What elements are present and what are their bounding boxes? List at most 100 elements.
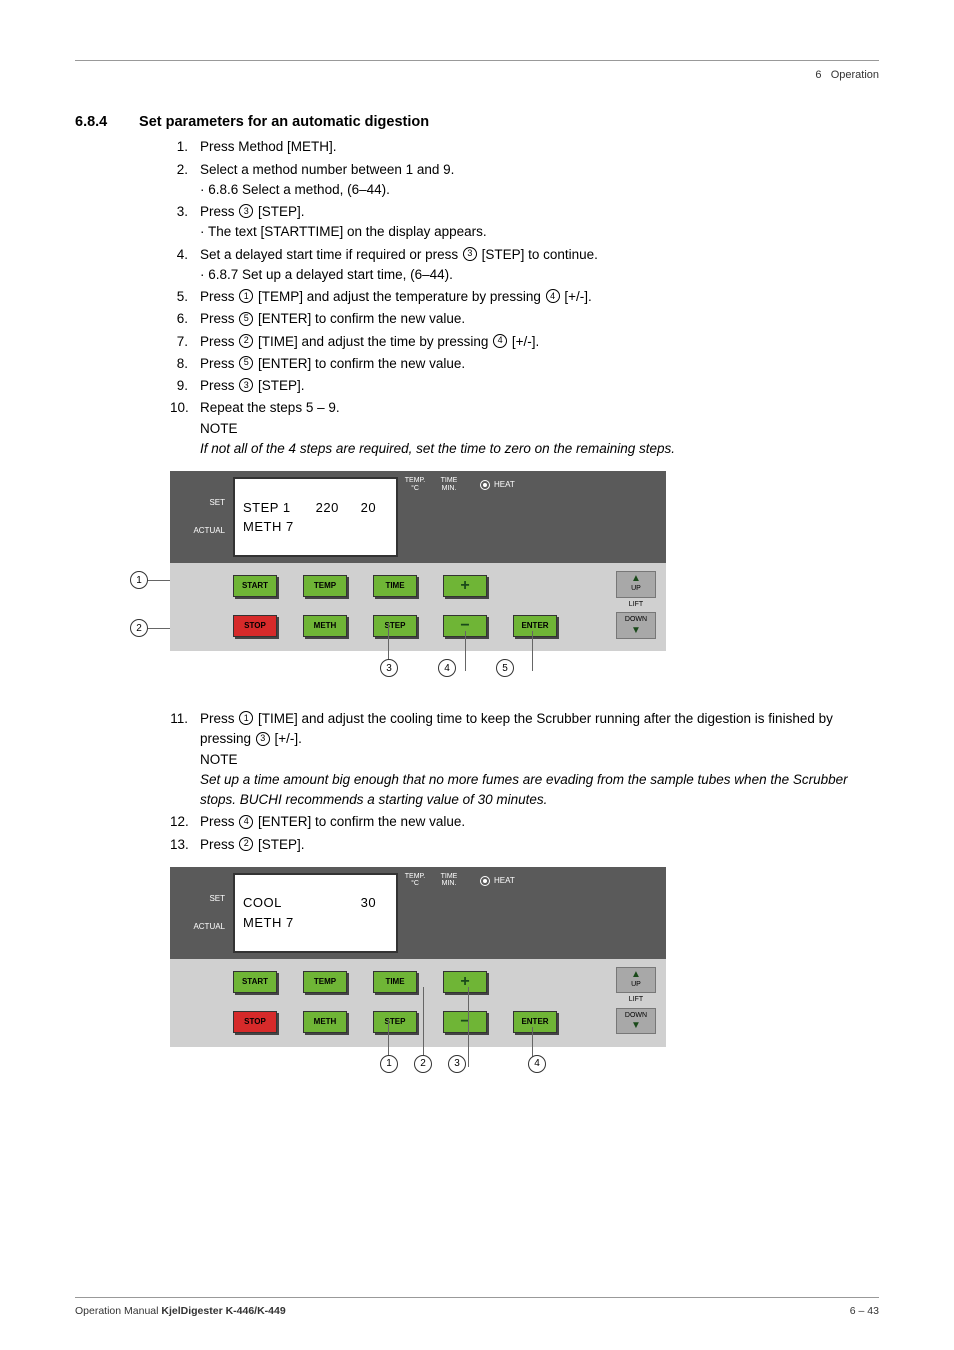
enter-button[interactable]: ENTER [513, 1011, 557, 1033]
list-item: 9.Press 3 [STEP]. [170, 376, 879, 396]
step-number: 1. [170, 137, 200, 157]
step-button[interactable]: STEP [373, 1011, 417, 1033]
circled-number-icon: 4 [493, 334, 507, 348]
circled-number-icon: 3 [239, 378, 253, 392]
step-content: Press 2 [STEP]. [200, 835, 879, 855]
callout-b2: 2 [414, 1055, 432, 1073]
list-item: 8.Press 5 [ENTER] to confirm the new val… [170, 354, 879, 374]
lift-control-2: ▲UP LIFT DOWN▼ [616, 967, 656, 1035]
header-title: Operation [831, 69, 879, 81]
step-list-1: 1.Press Method [METH].2.Select a method … [170, 137, 879, 459]
step-content: Press 5 [ENTER] to confirm the new value… [200, 309, 879, 329]
control-panel-2: SET ACTUAL COOL 30 METH 7 TEMP. °C TIME … [170, 867, 666, 1047]
temp-button[interactable]: TEMP [303, 575, 347, 597]
step-number: 6. [170, 309, 200, 329]
step-content: Press 3 [STEP]. [200, 376, 879, 396]
time-button[interactable]: TIME [373, 971, 417, 993]
circled-number-icon: 4 [546, 289, 560, 303]
display-temp: 220 [306, 498, 349, 518]
meth-button[interactable]: METH [303, 1011, 347, 1033]
enter-button[interactable]: ENTER [513, 615, 557, 637]
circled-number-icon: 2 [239, 334, 253, 348]
list-item: 11.Press 1 [TIME] and adjust the cooling… [170, 709, 879, 810]
lcd-display-2: COOL 30 METH 7 [233, 873, 398, 953]
display-cool: COOL [243, 893, 306, 913]
set-label: SET [209, 497, 225, 509]
step-number: 4. [170, 245, 200, 265]
step-button[interactable]: STEP [373, 615, 417, 637]
circled-number-icon: 4 [239, 815, 253, 829]
display-area-2: SET ACTUAL COOL 30 METH 7 TEMP. °C TIME … [170, 867, 666, 959]
start-button[interactable]: START [233, 971, 277, 993]
circled-number-icon: 3 [256, 732, 270, 746]
callout-b4: 4 [528, 1055, 546, 1073]
stop-button[interactable]: STOP [233, 1011, 277, 1033]
step-content: Press 1 [TEMP] and adjust the temperatur… [200, 287, 879, 307]
note-text: Set up a time amount big enough that no … [200, 770, 879, 811]
callout-4: 4 [438, 659, 456, 677]
callout-5: 5 [496, 659, 514, 677]
header-rule [75, 60, 879, 61]
time-header: TIME MIN. [434, 477, 464, 492]
display-temp-2 [306, 893, 349, 913]
step-number: 9. [170, 376, 200, 396]
step-list-2: 11.Press 1 [TIME] and adjust the cooling… [170, 709, 879, 855]
stop-button[interactable]: STOP [233, 615, 277, 637]
step-number: 2. [170, 160, 200, 180]
display-area: SET ACTUAL STEP 1 220 20 METH 7 TEMP. °C… [170, 471, 666, 563]
callout-1: 1 [130, 571, 148, 589]
section-heading: 6.8.4 Set parameters for an automatic di… [75, 112, 879, 134]
circled-number-icon: 1 [239, 711, 253, 725]
display-step: STEP 1 [243, 498, 306, 518]
page-footer: Operation Manual KjelDigester K-446/K-44… [75, 1297, 879, 1320]
list-item: 7.Press 2 [TIME] and adjust the time by … [170, 332, 879, 352]
step-content: Set a delayed start time if required or … [200, 245, 879, 286]
lift-up-button[interactable]: ▲UP [616, 571, 656, 598]
step-number: 7. [170, 332, 200, 352]
list-item: 5.Press 1 [TEMP] and adjust the temperat… [170, 287, 879, 307]
section-number: 6.8.4 [75, 112, 135, 134]
step-number: 8. [170, 354, 200, 374]
step-content: Repeat the steps 5 – 9.NOTEIf not all of… [200, 398, 879, 459]
heat-indicator: HEAT [480, 479, 515, 491]
step-subtext: · 6.8.7 Set up a delayed start time, (6–… [200, 265, 879, 285]
temp-header-2: TEMP. °C [400, 873, 430, 888]
step-number: 12. [170, 812, 200, 832]
list-item: 12.Press 4 [ENTER] to confirm the new va… [170, 812, 879, 832]
plus-button[interactable]: + [443, 575, 487, 597]
footer-left-a: Operation Manual [75, 1305, 161, 1317]
set-label: SET [209, 893, 225, 905]
step-content: Press 3 [STEP].· The text [STARTTIME] on… [200, 202, 879, 243]
lift-up-button[interactable]: ▲UP [616, 967, 656, 994]
step-subtext: · 6.8.6 Select a method, (6–44). [200, 180, 879, 200]
plus-button[interactable]: + [443, 971, 487, 993]
control-panel-1: 1 2 SET ACTUAL STEP 1 220 20 METH 7 TEMP… [170, 471, 666, 651]
list-item: 6.Press 5 [ENTER] to confirm the new val… [170, 309, 879, 329]
lift-control: ▲UP LIFT DOWN▼ [616, 571, 656, 639]
time-button[interactable]: TIME [373, 575, 417, 597]
lift-down-button[interactable]: DOWN▼ [616, 1008, 656, 1035]
button-area: START TEMP TIME + STOP METH STEP − ENTER… [170, 563, 666, 651]
step-content: Press 2 [TIME] and adjust the time by pr… [200, 332, 879, 352]
display-time-2: 30 [349, 893, 388, 913]
callout-3: 3 [380, 659, 398, 677]
display-method: METH 7 [243, 517, 307, 537]
lift-down-button[interactable]: DOWN▼ [616, 612, 656, 639]
list-item: 3.Press 3 [STEP].· The text [STARTTIME] … [170, 202, 879, 243]
start-button[interactable]: START [233, 575, 277, 597]
step-number: 13. [170, 835, 200, 855]
list-item: 13.Press 2 [STEP]. [170, 835, 879, 855]
time-header-2: TIME MIN. [434, 873, 464, 888]
circled-number-icon: 3 [463, 247, 477, 261]
minus-button[interactable]: − [443, 1011, 487, 1033]
step-content: Press 1 [TIME] and adjust the cooling ti… [200, 709, 879, 810]
meth-button[interactable]: METH [303, 615, 347, 637]
step-content: Press 5 [ENTER] to confirm the new value… [200, 354, 879, 374]
actual-label: ACTUAL [193, 525, 225, 537]
list-item: 4.Set a delayed start time if required o… [170, 245, 879, 286]
temp-button[interactable]: TEMP [303, 971, 347, 993]
step-content: Select a method number between 1 and 9.·… [200, 160, 879, 201]
circled-number-icon: 1 [239, 289, 253, 303]
header-chapter: 6 [815, 69, 821, 81]
callout-b3: 3 [448, 1055, 466, 1073]
